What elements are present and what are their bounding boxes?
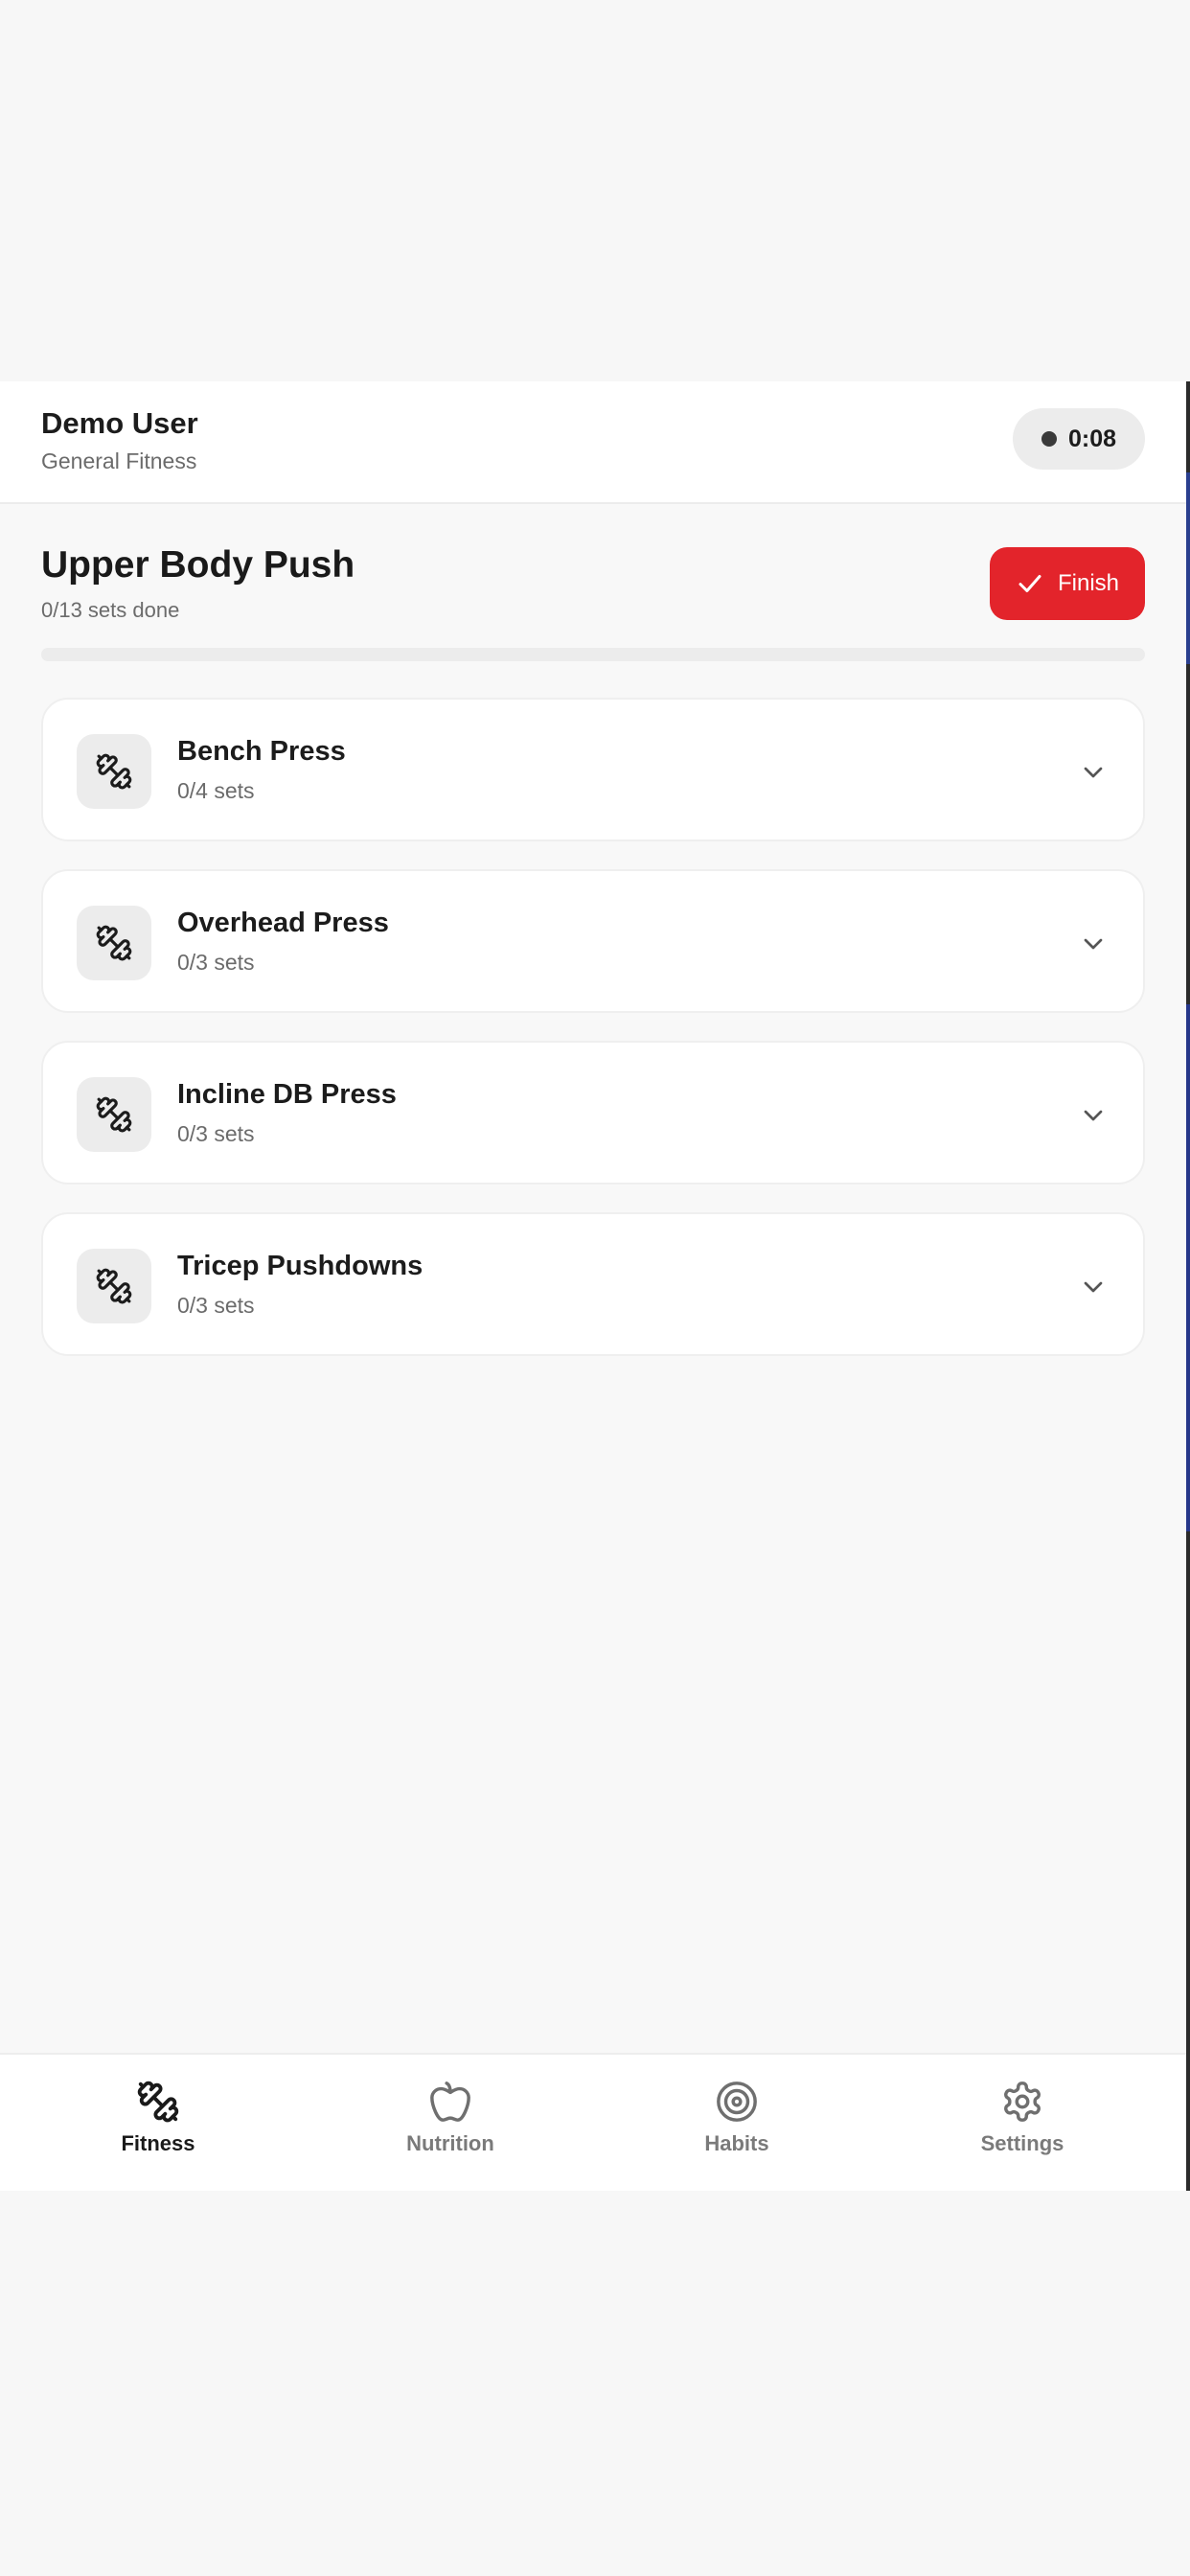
dumbbell-icon	[96, 1096, 132, 1133]
exercise-card-incline-db-press[interactable]: Incline DB Press 0/3 sets	[41, 1041, 1145, 1184]
exercise-name: Bench Press	[177, 736, 346, 767]
exercise-sets: 0/4 sets	[177, 778, 255, 803]
exercise-icon-tile	[77, 906, 151, 980]
chevron-down-icon[interactable]	[1078, 1100, 1109, 1131]
chevron-down-icon[interactable]	[1078, 929, 1109, 959]
exercise-sets: 0/3 sets	[177, 1293, 255, 1318]
target-icon	[717, 2082, 757, 2122]
nav-item-habits[interactable]: Habits	[617, 2055, 857, 2191]
timer-dot-icon	[1041, 431, 1057, 447]
workout-title: Upper Body Push	[41, 544, 355, 586]
top-blank-area	[0, 0, 1190, 381]
nav-item-settings[interactable]: Settings	[903, 2055, 1142, 2191]
chevron-down-icon[interactable]	[1078, 1272, 1109, 1302]
timer-value: 0:08	[1067, 425, 1117, 452]
nav-label: Fitness	[121, 2131, 195, 2155]
chevron-down-icon[interactable]	[1078, 757, 1109, 788]
exercise-icon-tile	[77, 1077, 151, 1152]
exercise-card-tricep-pushdowns[interactable]: Tricep Pushdowns 0/3 sets	[41, 1212, 1145, 1356]
check-icon	[1018, 575, 1041, 592]
exercise-sets: 0/3 sets	[177, 950, 255, 975]
workout-progress-text: 0/13 sets done	[41, 598, 180, 622]
dumbbell-icon	[96, 753, 132, 790]
exercise-icon-tile	[77, 1249, 151, 1323]
finish-button[interactable]: Finish	[990, 547, 1145, 620]
apple-icon	[430, 2082, 470, 2122]
app-screen: Demo User General Fitness 0:08 Upper Bod…	[0, 381, 1186, 2191]
user-name: Demo User	[41, 406, 198, 440]
user-goal: General Fitness	[41, 448, 197, 473]
exercise-name: Incline DB Press	[177, 1079, 397, 1110]
window-edge	[1186, 381, 1190, 2191]
dumbbell-icon	[96, 925, 132, 961]
finish-button-label: Finish	[1057, 570, 1120, 596]
nav-item-nutrition[interactable]: Nutrition	[331, 2055, 570, 2191]
nav-label: Habits	[704, 2131, 769, 2155]
nav-label: Settings	[980, 2131, 1064, 2155]
dumbbell-icon	[96, 1268, 132, 1304]
app-header: Demo User General Fitness 0:08	[0, 381, 1186, 504]
workout-timer[interactable]: 0:08	[1013, 408, 1145, 470]
exercise-name: Overhead Press	[177, 908, 389, 938]
workout-progress-bar	[41, 648, 1145, 661]
exercise-card-overhead-press[interactable]: Overhead Press 0/3 sets	[41, 869, 1145, 1013]
exercise-name: Tricep Pushdowns	[177, 1251, 423, 1281]
exercise-icon-tile	[77, 734, 151, 809]
dumbbell-icon	[137, 2081, 179, 2123]
exercise-sets: 0/3 sets	[177, 1121, 255, 1146]
exercise-card-bench-press[interactable]: Bench Press 0/4 sets	[41, 698, 1145, 841]
nav-label: Nutrition	[406, 2131, 494, 2155]
nav-item-fitness[interactable]: Fitness	[38, 2055, 278, 2191]
bottom-nav: Fitness Nutrition Habits Settings	[0, 2053, 1186, 2191]
gear-icon	[1004, 2082, 1041, 2122]
